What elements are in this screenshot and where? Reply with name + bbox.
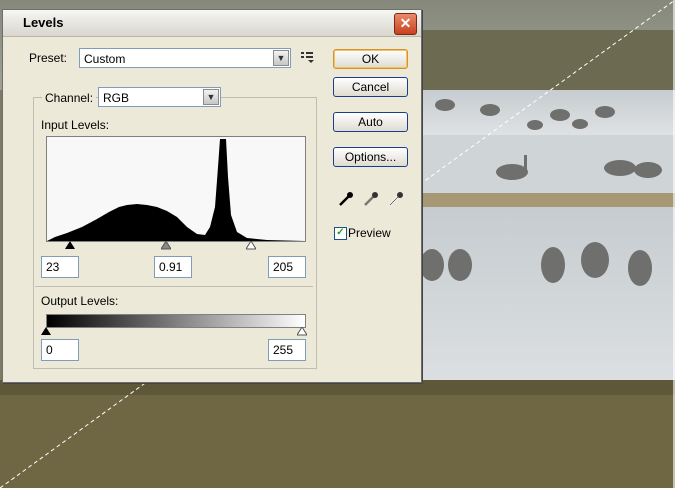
output-levels-label: Output Levels: [41, 294, 119, 308]
preset-label: Preset: [29, 51, 68, 65]
channel-value: RGB [103, 91, 130, 105]
output-white-field[interactable]: 255 [268, 339, 306, 361]
input-white-field[interactable]: 205 [268, 256, 306, 278]
output-white-slider-icon[interactable] [296, 325, 308, 339]
dialog-title: Levels [23, 15, 64, 30]
preview-label[interactable]: Preview [348, 226, 391, 240]
options-button[interactable]: Options... [333, 147, 408, 167]
channel-label: Channel: [42, 91, 97, 105]
gamma-slider-icon[interactable] [160, 239, 172, 253]
checkmark-icon: ✓ [336, 227, 345, 238]
preset-select[interactable]: Custom ▼ [79, 48, 291, 68]
divider [35, 286, 313, 287]
output-black-field[interactable]: 0 [41, 339, 79, 361]
channel-select[interactable]: RGB ▼ [98, 87, 221, 107]
black-point-slider-icon[interactable] [65, 239, 75, 253]
cancel-button[interactable]: Cancel [333, 77, 408, 97]
close-icon: ✕ [399, 15, 412, 31]
preset-value: Custom [84, 52, 126, 66]
output-gradient-bar [46, 314, 306, 328]
dropdown-arrow-icon: ▼ [203, 89, 219, 105]
input-gamma-field[interactable]: 0.91 [154, 256, 192, 278]
white-point-slider-icon[interactable] [245, 239, 257, 253]
dropdown-arrow-icon: ▼ [273, 50, 289, 66]
ok-button[interactable]: OK [333, 49, 408, 69]
gray-eyedropper-icon[interactable] [362, 190, 380, 208]
preview-checkbox[interactable]: ✓ [334, 227, 347, 240]
levels-dialog: Levels ✕ Preset: Custom ▼ Channel: RGB ▼… [2, 9, 422, 383]
white-eyedropper-icon[interactable] [387, 190, 405, 208]
auto-button[interactable]: Auto [333, 112, 408, 132]
dialog-titlebar[interactable]: Levels ✕ [3, 10, 421, 37]
preset-menu-icon[interactable] [301, 51, 315, 63]
input-levels-label: Input Levels: [41, 118, 110, 132]
histogram [46, 136, 306, 242]
output-black-slider-icon[interactable] [41, 325, 51, 339]
black-eyedropper-icon[interactable] [337, 190, 355, 208]
input-black-field[interactable]: 23 [41, 256, 79, 278]
close-button[interactable]: ✕ [394, 13, 417, 35]
